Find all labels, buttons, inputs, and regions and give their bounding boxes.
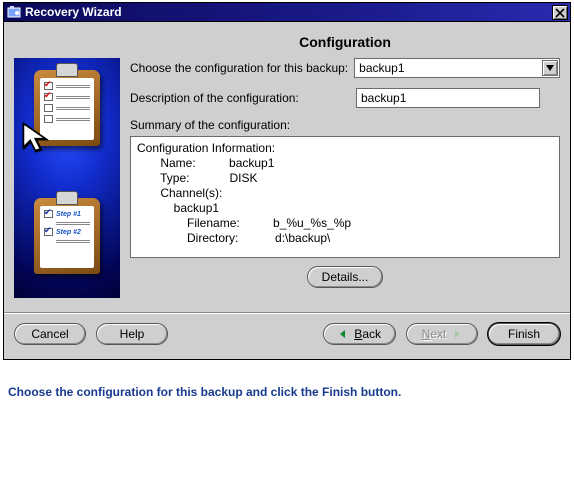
close-icon [555,8,565,18]
summary-textarea[interactable]: Configuration Information: Name: backup1… [130,136,560,258]
next-button: Next [406,323,478,345]
desc-field[interactable]: backup1 [356,88,540,108]
page-title: Configuration [130,34,560,50]
arrow-right-icon [452,329,462,339]
app-icon [7,5,21,19]
config-combo-value: backup1 [359,61,404,75]
close-button[interactable] [552,5,568,20]
finish-button[interactable]: Finish [488,323,560,345]
config-combo[interactable]: backup1 [354,58,560,78]
clipboard-top [34,70,100,146]
window-title: Recovery Wizard [25,5,122,19]
titlebar: Recovery Wizard [4,3,570,22]
arrow-left-icon [338,329,348,339]
desc-label: Description of the configuration: [130,91,350,105]
config-label: Choose the configuration for this backup… [130,61,348,75]
chevron-down-icon [546,65,554,71]
desc-field-value: backup1 [361,91,406,105]
back-button[interactable]: Back [323,323,396,345]
summary-label: Summary of the configuration: [130,118,560,132]
recovery-wizard-dialog: Recovery Wizard [3,2,571,360]
details-button[interactable]: Details... [307,266,384,288]
help-button[interactable]: Help [96,323,168,345]
clipboard-bottom: Step #1 Step #2 [34,198,100,274]
button-bar: Cancel Help Back Next Finish [4,312,570,359]
instruction-text: Choose the configuration for this backup… [8,385,401,399]
cancel-button[interactable]: Cancel [14,323,86,345]
config-combo-button[interactable] [542,60,558,76]
wizard-illustration: Step #1 Step #2 [14,58,120,298]
